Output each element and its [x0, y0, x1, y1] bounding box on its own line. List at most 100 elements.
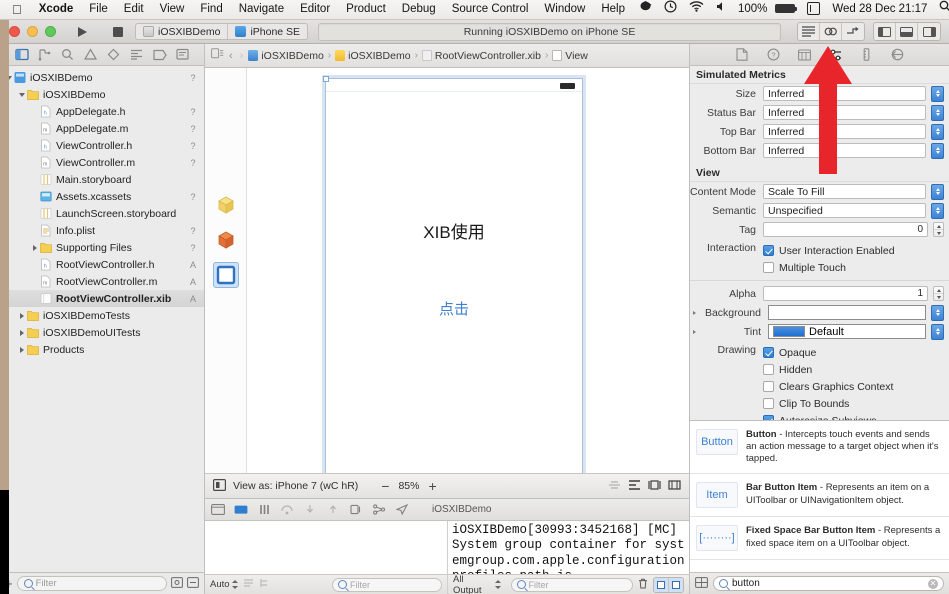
file-tree-row[interactable]: hAppDelegate.h?: [0, 103, 204, 120]
files-owner-placeholder[interactable]: [213, 192, 239, 218]
checkbox-row[interactable]: Autoresize Subviews: [763, 412, 944, 421]
minimize-button[interactable]: [27, 26, 38, 37]
checkbox[interactable]: [763, 364, 774, 375]
chevron-right-icon[interactable]: [690, 309, 698, 317]
checkbox-row[interactable]: User Interaction Enabled: [763, 242, 944, 259]
variables-list-button[interactable]: [243, 578, 254, 591]
metric-popup[interactable]: Inferred: [763, 124, 926, 139]
stop-button[interactable]: [107, 23, 129, 40]
resize-handle-top-left[interactable]: [323, 76, 329, 82]
metric-stepper[interactable]: [931, 105, 944, 121]
attributes-inspector-body[interactable]: Simulated Metrics SizeInferredStatus Bar…: [690, 66, 949, 421]
battery-icon[interactable]: [773, 0, 801, 19]
zoom-out-button[interactable]: −: [381, 479, 389, 493]
tint-stepper[interactable]: [931, 324, 944, 340]
find-navigator-tab[interactable]: [60, 47, 75, 62]
add-constraints-button[interactable]: [648, 479, 661, 494]
zoom-level-label[interactable]: 85%: [398, 480, 419, 492]
destination-button[interactable]: iPhone SE: [228, 24, 307, 39]
toggle-document-outline-button[interactable]: [213, 479, 226, 494]
view-object-item[interactable]: [213, 262, 239, 288]
assistant-editor-button[interactable]: [820, 23, 842, 40]
background-color-well[interactable]: [768, 305, 926, 320]
menu-edit[interactable]: Edit: [116, 0, 152, 19]
view-as-label[interactable]: View as: iPhone 7 (wC hR): [233, 480, 358, 492]
debug-view-hierarchy-button[interactable]: [234, 504, 248, 516]
chevron-right-icon[interactable]: [690, 328, 698, 336]
metric-stepper[interactable]: [931, 86, 944, 102]
close-button[interactable]: [9, 26, 20, 37]
apple-logo-icon[interactable]: : [6, 2, 31, 18]
menu-product[interactable]: Product: [338, 0, 394, 19]
toggle-utilities-button[interactable]: [918, 23, 940, 40]
alpha-stepper[interactable]: [933, 286, 944, 301]
size-inspector-tab[interactable]: [859, 48, 873, 62]
canvas-button[interactable]: 点击: [326, 298, 582, 319]
breadcrumb-item-project[interactable]: iOSXIBDemo: [248, 50, 323, 62]
tint-color-well[interactable]: Default: [768, 324, 926, 339]
toggle-debug-console-button[interactable]: [211, 504, 225, 516]
library-view-toggle-button[interactable]: [695, 577, 708, 591]
metric-popup[interactable]: Inferred: [763, 86, 926, 101]
clear-icon[interactable]: ✕: [928, 579, 938, 589]
file-tree-row[interactable]: Assets.xcassets?: [0, 188, 204, 205]
file-tree-row[interactable]: LaunchScreen.storyboard: [0, 205, 204, 222]
show-console-button[interactable]: [669, 578, 683, 592]
zoom-button[interactable]: [45, 26, 56, 37]
checkbox[interactable]: [763, 262, 774, 273]
content-mode-stepper[interactable]: [931, 184, 944, 200]
panel-toggle-group[interactable]: [873, 22, 941, 41]
library-item[interactable]: ButtonButton - Intercepts touch events a…: [690, 421, 949, 474]
menu-find[interactable]: Find: [192, 0, 230, 19]
chevron-right-icon[interactable]: [17, 328, 26, 337]
device-canvas[interactable]: XIB使用 点击: [247, 68, 689, 473]
debug-memory-graph-button[interactable]: [372, 504, 386, 516]
dropbox-icon[interactable]: [633, 0, 658, 19]
metric-popup[interactable]: Inferred: [763, 105, 926, 120]
version-editor-button[interactable]: [842, 23, 864, 40]
tag-stepper[interactable]: [933, 222, 944, 237]
go-forward-button[interactable]: ›: [238, 50, 246, 62]
identity-inspector-tab[interactable]: [797, 48, 811, 62]
metric-stepper[interactable]: [931, 143, 944, 159]
file-tree-row[interactable]: iOSXIBDemoUITests: [0, 324, 204, 341]
standard-editor-button[interactable]: [798, 23, 820, 40]
menu-help[interactable]: Help: [593, 0, 633, 19]
checkbox[interactable]: [763, 347, 774, 358]
simulate-location-button[interactable]: [395, 504, 409, 516]
debug-view-hierarchy-3d-button[interactable]: [349, 504, 363, 516]
menu-navigate[interactable]: Navigate: [231, 0, 292, 19]
checkbox[interactable]: [763, 398, 774, 409]
related-items-button[interactable]: [211, 48, 224, 63]
source-control-navigator-tab[interactable]: [37, 47, 52, 62]
search-icon[interactable]: [933, 0, 949, 19]
alpha-input[interactable]: 1: [763, 286, 928, 301]
file-tree-row[interactable]: mAppDelegate.m?: [0, 120, 204, 137]
wifi-icon[interactable]: [683, 0, 710, 19]
step-out-button[interactable]: [326, 504, 340, 516]
file-tree-row[interactable]: iOSXIBDemo: [0, 86, 204, 103]
breakpoint-navigator-tab[interactable]: [152, 47, 167, 62]
debug-navigator-tab[interactable]: [129, 47, 144, 62]
checkbox-row[interactable]: Multiple Touch: [763, 259, 944, 276]
library-item[interactable]: [········]Fixed Space Bar Button Item - …: [690, 517, 949, 560]
run-button[interactable]: [72, 23, 93, 40]
variables-tree-button[interactable]: [259, 578, 270, 591]
scheme-button[interactable]: iOSXIBDemo: [136, 24, 227, 39]
report-navigator-tab[interactable]: [175, 47, 190, 62]
filter-recent-button[interactable]: [171, 577, 183, 591]
update-frames-button[interactable]: [608, 479, 621, 494]
device-preview[interactable]: XIB使用 点击: [325, 78, 583, 473]
library-filter-field[interactable]: button ✕: [713, 576, 944, 591]
content-mode-popup[interactable]: Scale To Fill: [763, 184, 926, 199]
variables-scope-popup[interactable]: Auto: [210, 579, 238, 590]
test-navigator-tab[interactable]: [106, 47, 121, 62]
tag-input[interactable]: 0: [763, 222, 928, 237]
clock-history-icon[interactable]: [658, 0, 683, 20]
toggle-debug-area-button[interactable]: [896, 23, 918, 40]
scheme-selector[interactable]: iOSXIBDemo iPhone SE: [135, 23, 308, 40]
attributes-inspector-tab[interactable]: [828, 48, 842, 62]
align-button[interactable]: [628, 479, 641, 494]
checkbox-row[interactable]: Hidden: [763, 361, 944, 378]
file-tree-row[interactable]: Main.storyboard: [0, 171, 204, 188]
